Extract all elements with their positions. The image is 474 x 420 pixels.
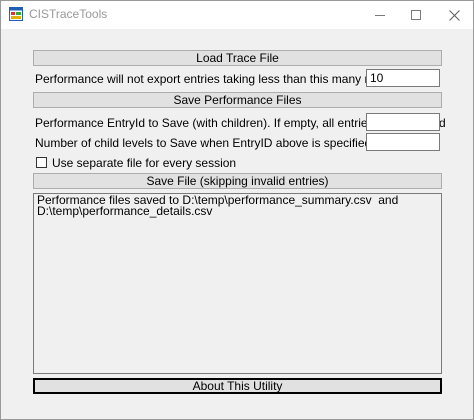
separate-file-label[interactable]: Use separate file for every session [52,156,236,170]
output-textbox[interactable]: Performance files saved to D:\temp\perfo… [33,193,442,374]
min-ms-input[interactable] [366,69,440,87]
window-title: CISTraceTools [29,7,108,21]
about-utility-button[interactable]: About This Utility [33,378,442,394]
close-button[interactable] [431,1,474,29]
entry-id-input[interactable] [366,113,440,131]
save-performance-files-button[interactable]: Save Performance Files [33,92,442,108]
title-bar[interactable]: CISTraceTools [1,1,473,29]
app-window-icon [9,7,23,21]
child-levels-input[interactable] [366,133,440,151]
minimize-icon [375,14,385,16]
close-icon [448,9,460,21]
maximize-icon [411,10,421,20]
child-levels-label: Number of child levels to Save when Entr… [35,136,372,150]
load-trace-file-button[interactable]: Load Trace File [33,50,442,66]
save-file-button[interactable]: Save File (skipping invalid entries) [33,173,442,189]
separate-file-checkbox[interactable] [36,157,47,168]
app-window: CISTraceTools Load Trace File Performanc… [0,0,474,420]
